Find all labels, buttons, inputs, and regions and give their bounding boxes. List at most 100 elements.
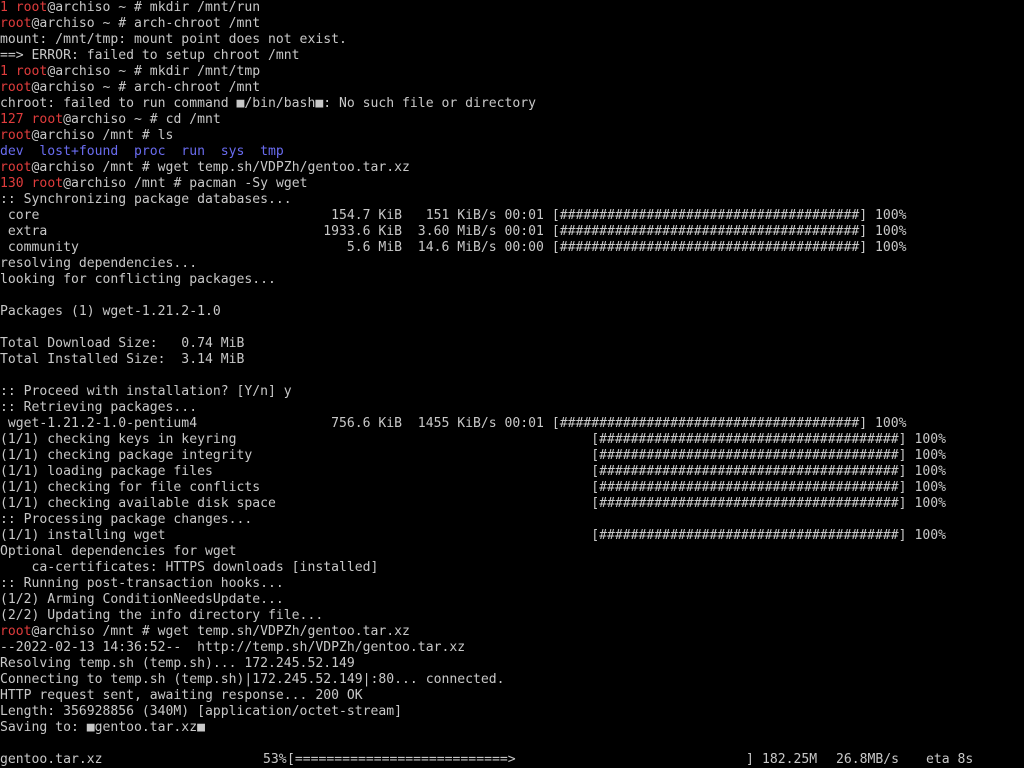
terminal-text: :: Synchronizing package databases... (0, 192, 292, 207)
terminal-text: :: Retrieving packages... (0, 400, 198, 415)
terminal-line: (1/1) checking for file conflicts [#####… (0, 480, 1024, 496)
terminal-text: Total Download Size: 0.74 MiB (0, 336, 245, 351)
prompt-segment: root (15, 64, 48, 79)
prompt-segment: root (15, 0, 48, 15)
terminal-line: (1/2) Arming ConditionNeedsUpdate... (0, 592, 1024, 608)
prompt-segment: 1 (0, 0, 16, 15)
terminal-text: community 5.6 MiB 14.6 MiB/s 00:00 [####… (0, 240, 907, 255)
prompt-segment: root (0, 16, 32, 31)
terminal-text: core 154.7 KiB 151 KiB/s 00:01 [########… (0, 208, 907, 223)
terminal-line: looking for conflicting packages... (0, 272, 1024, 288)
terminal-text: @archiso ~ # arch-chroot /mnt (31, 16, 261, 31)
prompt-segment: root (31, 176, 64, 191)
terminal-line: 1 root@archiso ~ # mkdir /mnt/tmp (0, 64, 1024, 80)
terminal-text: ca-certificates: HTTPS downloads [instal… (0, 560, 379, 575)
terminal-line: (1/1) checking package integrity [######… (0, 448, 1024, 464)
terminal-line: wget-1.21.2-1.0-pentium4 756.6 KiB 1455 … (0, 416, 1024, 432)
terminal-text: Connecting to temp.sh (temp.sh)|172.245.… (0, 672, 505, 687)
terminal-line: root@archiso /mnt # wget temp.sh/VDPZh/g… (0, 624, 1024, 640)
terminal-window[interactable]: 1 root@archiso ~ # mkdir /mnt/run root@ar… (0, 0, 1024, 768)
terminal-line: extra 1933.6 KiB 3.60 MiB/s 00:01 [#####… (0, 224, 1024, 240)
terminal-text: @archiso ~ # arch-chroot /mnt (31, 80, 261, 95)
prompt-segment: root (0, 128, 32, 143)
terminal-line: community 5.6 MiB 14.6 MiB/s 00:00 [####… (0, 240, 1024, 256)
terminal-text: (1/1) checking package integrity [######… (0, 448, 946, 463)
terminal-line: (2/2) Updating the info directory file..… (0, 608, 1024, 624)
terminal-text: extra 1933.6 KiB 3.60 MiB/s 00:01 [#####… (0, 224, 907, 239)
terminal-text: Length: 356928856 (340M) [application/oc… (0, 704, 403, 719)
terminal-text: @archiso /mnt # pacman -Sy wget (63, 176, 308, 191)
terminal-line: :: Proceed with installation? [Y/n] y (0, 384, 1024, 400)
terminal-line: 127 root@archiso ~ # cd /mnt (0, 112, 1024, 128)
terminal-text: HTTP request sent, awaiting response... … (0, 688, 363, 703)
terminal-text: :: Processing package changes... (0, 512, 253, 527)
terminal-line: Length: 356928856 (340M) [application/oc… (0, 704, 1024, 720)
prompt-segment: root (31, 112, 64, 127)
terminal-text: @archiso /mnt # ls (31, 128, 174, 143)
terminal-line: core 154.7 KiB 151 KiB/s 00:01 [########… (0, 208, 1024, 224)
terminal-line: Total Installed Size: 3.14 MiB (0, 352, 1024, 368)
download-percent: 53% (263, 752, 287, 767)
terminal-line: :: Retrieving packages... (0, 400, 1024, 416)
terminal-text: looking for conflicting packages... (0, 272, 276, 287)
terminal-text: wget-1.21.2-1.0-pentium4 756.6 KiB 1455 … (0, 416, 907, 431)
terminal-line: mount: /mnt/tmp: mount point does not ex… (0, 32, 1024, 48)
terminal-text: @archiso ~ # cd /mnt (63, 112, 221, 127)
terminal-line: (1/1) checking available disk space [###… (0, 496, 1024, 512)
terminal-line: 1 root@archiso ~ # mkdir /mnt/run (0, 0, 1024, 16)
download-status-line: gentoo.tar.xz 53% [=====================… (0, 752, 1024, 768)
terminal-text: resolving dependencies... (0, 256, 198, 271)
terminal-line: :: Processing package changes... (0, 512, 1024, 528)
directory-listing: dev lost+found proc run sys tmp (0, 144, 284, 159)
terminal-line: --2022-02-13 14:36:52-- http://temp.sh/V… (0, 640, 1024, 656)
terminal-text: --2022-02-13 14:36:52-- http://temp.sh/V… (0, 640, 466, 655)
download-rate: 26.8MB/s (836, 752, 900, 767)
terminal-text: chroot: failed to run command ■/bin/bash… (0, 96, 537, 111)
terminal-text: (1/1) checking for file conflicts [#####… (0, 480, 946, 495)
terminal-line: HTTP request sent, awaiting response... … (0, 688, 1024, 704)
terminal-text: (2/2) Updating the info directory file..… (0, 608, 324, 623)
terminal-text: (1/1) loading package files [###########… (0, 464, 946, 479)
terminal-text: @archiso /mnt # wget temp.sh/VDPZh/gento… (31, 624, 410, 639)
terminal-line: root@archiso ~ # arch-chroot /mnt (0, 16, 1024, 32)
terminal-text: mount: /mnt/tmp: mount point does not ex… (0, 32, 347, 47)
terminal-text: Resolving temp.sh (temp.sh)... 172.245.5… (0, 656, 355, 671)
terminal-text: Packages (1) wget-1.21.2-1.0 (0, 304, 221, 319)
terminal-line: (1/1) checking keys in keyring [########… (0, 432, 1024, 448)
download-progress-bar-end: ] (746, 752, 754, 767)
terminal-line: 130 root@archiso /mnt # pacman -Sy wget (0, 176, 1024, 192)
terminal-line: root@archiso /mnt # wget temp.sh/VDPZh/g… (0, 160, 1024, 176)
terminal-line: ca-certificates: HTTPS downloads [instal… (0, 560, 1024, 576)
download-filename: gentoo.tar.xz (0, 752, 103, 767)
terminal-line: root@archiso /mnt # ls (0, 128, 1024, 144)
prompt-segment: 127 (0, 112, 32, 127)
prompt-segment: 130 (0, 176, 32, 191)
terminal-line: Packages (1) wget-1.21.2-1.0 (0, 304, 1024, 320)
terminal-line: Saving to: ■gentoo.tar.xz■ (0, 720, 1024, 736)
terminal-text: @archiso /mnt # wget temp.sh/VDPZh/gento… (31, 160, 410, 175)
prompt-segment: 1 (0, 64, 16, 79)
terminal-output: 1 root@archiso ~ # mkdir /mnt/run root@ar… (0, 0, 1024, 752)
terminal-text: ==> ERROR: failed to setup chroot /mnt (0, 48, 300, 63)
terminal-line: Optional dependencies for wget (0, 544, 1024, 560)
download-progress-bar: [===========================> (287, 752, 516, 767)
terminal-line: resolving dependencies... (0, 256, 1024, 272)
terminal-line: chroot: failed to run command ■/bin/bash… (0, 96, 1024, 112)
terminal-line: ==> ERROR: failed to setup chroot /mnt (0, 48, 1024, 64)
terminal-text: (1/1) checking available disk space [###… (0, 496, 946, 511)
download-size: 182.25M (762, 752, 818, 767)
prompt-segment: root (0, 624, 32, 639)
terminal-line: :: Synchronizing package databases... (0, 192, 1024, 208)
terminal-text: :: Running post-transaction hooks... (0, 576, 284, 591)
terminal-line: Resolving temp.sh (temp.sh)... 172.245.5… (0, 656, 1024, 672)
terminal-text: @archiso ~ # mkdir /mnt/tmp (47, 64, 261, 79)
terminal-line: Total Download Size: 0.74 MiB (0, 336, 1024, 352)
terminal-line: (1/1) loading package files [###########… (0, 464, 1024, 480)
terminal-text: Saving to: ■gentoo.tar.xz■ (0, 720, 205, 735)
terminal-text: (1/1) installing wget [#################… (0, 528, 946, 543)
terminal-text: Optional dependencies for wget (0, 544, 237, 559)
